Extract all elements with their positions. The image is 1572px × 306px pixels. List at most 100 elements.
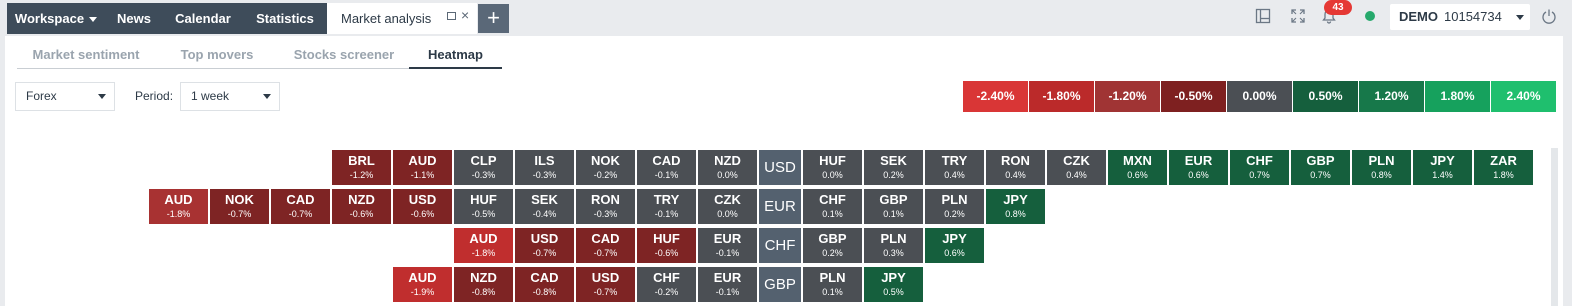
currency-code: HUF <box>470 192 497 207</box>
base-currency-chf[interactable]: CHF <box>759 228 801 263</box>
tab-market-analysis-label: Market analysis <box>341 11 432 26</box>
heatmap-cell-brl[interactable]: BRL -1.2% <box>332 150 391 185</box>
currency-code: EUR <box>1184 153 1213 168</box>
heatmap-cell-aud[interactable]: AUD -1.1% <box>393 150 452 185</box>
base-currency-gbp[interactable]: GBP <box>759 267 801 302</box>
heatmap-cell-gbp[interactable]: GBP 0.1% <box>864 189 923 224</box>
heatmap-cell-ils[interactable]: ILS -0.3% <box>515 150 574 185</box>
heatmap-cell-ron[interactable]: RON 0.4% <box>986 150 1045 185</box>
heatmap-cell-aud[interactable]: AUD -1.9% <box>393 267 452 302</box>
currency-code: GBP <box>879 192 908 207</box>
heatmap-cell-usd[interactable]: USD -0.7% <box>576 267 635 302</box>
subtab-heatmap[interactable]: Heatmap <box>409 47 502 69</box>
heatmap-cell-nzd[interactable]: NZD -0.6% <box>332 189 391 224</box>
add-tab-button[interactable]: + <box>478 4 509 33</box>
currency-code: CHF <box>653 270 680 285</box>
tab-calendar[interactable]: Calendar <box>163 3 243 34</box>
heatmap-cell-huf[interactable]: HUF -0.5% <box>454 189 513 224</box>
heatmap-cell-eur[interactable]: EUR 0.6% <box>1169 150 1228 185</box>
change-value: 0.1% <box>822 209 843 219</box>
heatmap-cell-try[interactable]: TRY 0.4% <box>925 150 984 185</box>
heatmap-cell-chf[interactable]: CHF 0.7% <box>1230 150 1289 185</box>
change-value: -0.7% <box>227 209 252 219</box>
heatmap-cell-nok[interactable]: NOK -0.7% <box>210 189 269 224</box>
currency-code: PLN <box>941 192 968 207</box>
tab-workspace[interactable]: Workspace <box>7 3 105 34</box>
heatmap-cell-clp[interactable]: CLP -0.3% <box>454 150 513 185</box>
subtab-market-sentiment[interactable]: Market sentiment <box>17 47 155 69</box>
heatmap-cell-eur[interactable]: EUR -0.1% <box>698 228 757 263</box>
heatmap-cell-sek[interactable]: SEK -0.4% <box>515 189 574 224</box>
heatmap-cell-pln[interactable]: PLN 0.3% <box>864 228 923 263</box>
tab-workspace-label: Workspace <box>14 11 85 26</box>
heatmap-cell-jpy[interactable]: JPY 0.5% <box>864 267 923 302</box>
change-value: 0.2% <box>822 248 843 258</box>
subtab-stocks-screener[interactable]: Stocks screener <box>279 47 409 69</box>
heatmap-cell-cad[interactable]: CAD -0.7% <box>271 189 330 224</box>
base-currency-eur[interactable]: EUR <box>759 189 801 224</box>
heatmap-cell-chf[interactable]: CHF -0.2% <box>637 267 696 302</box>
heatmap-cell-pln[interactable]: PLN 0.2% <box>925 189 984 224</box>
heatmap-cell-jpy[interactable]: JPY 0.6% <box>925 228 984 263</box>
heatmap-cell-nok[interactable]: NOK -0.2% <box>576 150 635 185</box>
heatmap-cell-cad[interactable]: CAD -0.1% <box>637 150 696 185</box>
change-value: -1.1% <box>410 170 435 180</box>
currency-code: RON <box>591 192 620 207</box>
heatmap-cell-pln[interactable]: PLN 0.8% <box>1352 150 1411 185</box>
change-value: 0.8% <box>1005 209 1026 219</box>
heatmap-cell-ron[interactable]: RON -0.3% <box>576 189 635 224</box>
asset-class-select[interactable]: Forex <box>15 82 115 111</box>
heatmap-cell-mxn[interactable]: MXN 0.6% <box>1108 150 1167 185</box>
base-currency-usd[interactable]: USD <box>759 150 801 185</box>
tab-news-label: News <box>117 11 151 26</box>
heatmap-cell-zar[interactable]: ZAR 1.8% <box>1474 150 1533 185</box>
currency-code: AUD <box>408 270 437 285</box>
tab-statistics[interactable]: Statistics <box>243 3 327 34</box>
heatmap-cell-cad[interactable]: CAD -0.8% <box>515 267 574 302</box>
close-icon[interactable]: × <box>461 8 469 22</box>
change-value: -0.2% <box>593 170 618 180</box>
heatmap-cell-jpy[interactable]: JPY 1.4% <box>1413 150 1472 185</box>
currency-code: HUF <box>819 153 846 168</box>
heatmap-cell-jpy[interactable]: JPY 0.8% <box>986 189 1045 224</box>
power-icon[interactable] <box>1541 8 1557 24</box>
heatmap-cell-czk[interactable]: CZK 0.0% <box>698 189 757 224</box>
heatmap-cell-czk[interactable]: CZK 0.4% <box>1047 150 1106 185</box>
heatmap-cell-huf[interactable]: HUF -0.6% <box>637 228 696 263</box>
change-value: -0.6% <box>349 209 374 219</box>
vertical-scrollbar[interactable] <box>1551 148 1558 306</box>
change-value: 0.1% <box>883 209 904 219</box>
heatmap-cell-eur[interactable]: EUR -0.1% <box>698 267 757 302</box>
heatmap-cell-aud[interactable]: AUD -1.8% <box>454 228 513 263</box>
fullscreen-icon[interactable] <box>1290 8 1306 24</box>
market-analysis-panel: Market sentiment Top movers Stocks scree… <box>5 36 1563 306</box>
change-value: 0.8% <box>1371 170 1392 180</box>
heatmap-cell-usd[interactable]: USD -0.6% <box>393 189 452 224</box>
currency-code: BRL <box>348 153 375 168</box>
currency-code: ZAR <box>1490 153 1517 168</box>
period-select[interactable]: 1 week <box>180 82 280 111</box>
change-value: 1.4% <box>1432 170 1453 180</box>
heatmap-cell-sek[interactable]: SEK 0.2% <box>864 150 923 185</box>
currency-code: TRY <box>941 153 968 168</box>
heatmap-cell-huf[interactable]: HUF 0.0% <box>803 150 862 185</box>
heatmap-cell-gbp[interactable]: GBP 0.7% <box>1291 150 1350 185</box>
heatmap-cell-cad[interactable]: CAD -0.7% <box>576 228 635 263</box>
heatmap-cell-nzd[interactable]: NZD 0.0% <box>698 150 757 185</box>
detach-window-icon[interactable] <box>447 12 456 20</box>
heatmap-cell-chf[interactable]: CHF 0.1% <box>803 189 862 224</box>
currency-code: CAD <box>652 153 681 168</box>
heatmap-cell-try[interactable]: TRY -0.1% <box>637 189 696 224</box>
heatmap-cell-nzd[interactable]: NZD -0.8% <box>454 267 513 302</box>
asset-class-value: Forex <box>26 89 57 103</box>
subtab-top-movers[interactable]: Top movers <box>155 47 279 69</box>
tab-news[interactable]: News <box>105 3 163 34</box>
heatmap-cell-usd[interactable]: USD -0.7% <box>515 228 574 263</box>
heatmap-cell-aud[interactable]: AUD -1.8% <box>149 189 208 224</box>
change-value: -1.8% <box>471 248 496 258</box>
heatmap-cell-gbp[interactable]: GBP 0.2% <box>803 228 862 263</box>
heatmap-cell-pln[interactable]: PLN 0.1% <box>803 267 862 302</box>
account-selector[interactable]: DEMO 10154734 <box>1390 4 1530 30</box>
layout-icon[interactable] <box>1255 8 1271 24</box>
change-value: 0.7% <box>1310 170 1331 180</box>
